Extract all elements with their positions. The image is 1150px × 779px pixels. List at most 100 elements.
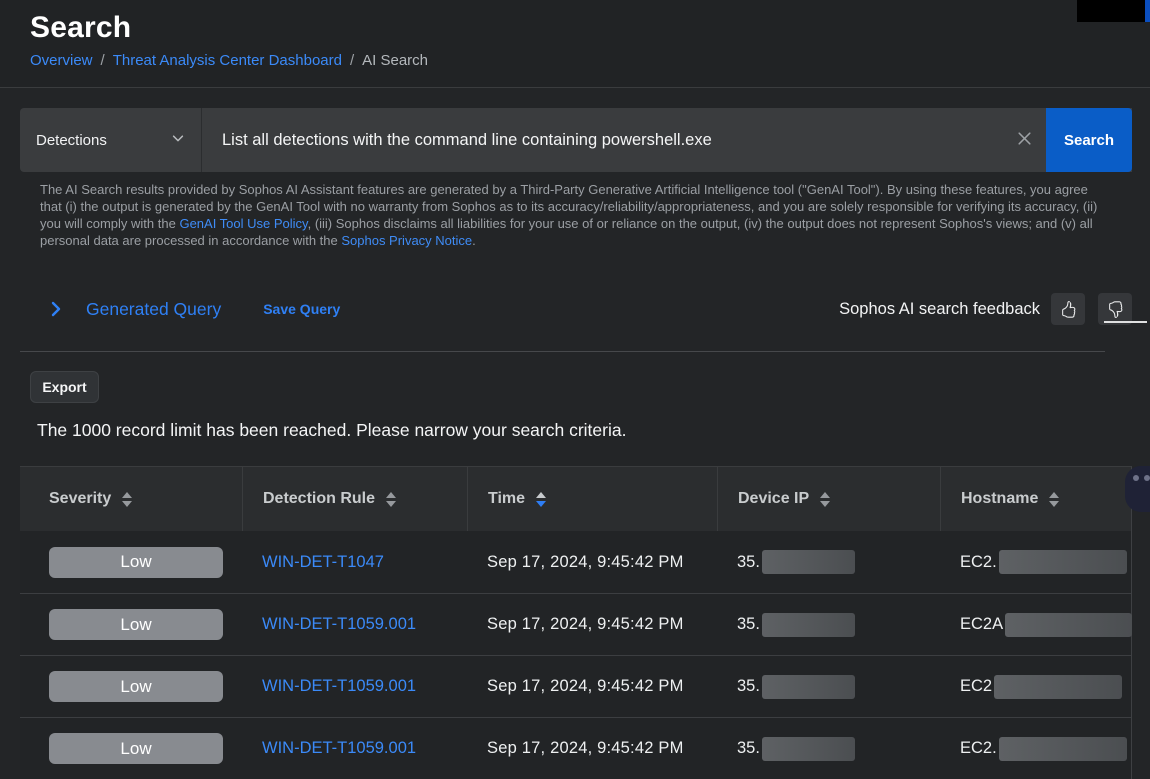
device-ip-cell: 35.: [717, 613, 940, 637]
page-title: Search: [30, 11, 1150, 45]
column-header-device-ip[interactable]: Device IP: [717, 467, 940, 531]
sort-icon: [820, 492, 830, 507]
results-table: Severity Detection Rule Time Device IP H…: [20, 466, 1132, 779]
table-body: Low WIN-DET-T1047 Sep 17, 2024, 9:45:42 …: [20, 531, 1131, 779]
time-cell: Sep 17, 2024, 9:45:42 PM: [467, 553, 717, 572]
clear-search-button[interactable]: [1002, 108, 1046, 172]
hostname-cell: EC2.: [940, 737, 1132, 761]
table-header-row: Severity Detection Rule Time Device IP H…: [20, 467, 1131, 531]
severity-badge: Low: [49, 609, 223, 640]
column-label: Device IP: [738, 490, 809, 508]
redacted-box: [762, 550, 855, 574]
detection-rule-link[interactable]: WIN-DET-T1059.001: [262, 615, 416, 633]
thumbs-up-button[interactable]: [1051, 293, 1085, 325]
hostname-cell: EC2.: [940, 550, 1132, 574]
column-label: Hostname: [961, 490, 1038, 508]
thumbs-down-icon: [1107, 301, 1124, 318]
sort-desc-icon: [536, 492, 546, 507]
detection-rule-cell: WIN-DET-T1059.001: [242, 739, 467, 758]
section-divider: [20, 351, 1105, 352]
chevron-down-icon: [171, 131, 185, 149]
table-row: Low WIN-DET-T1059.001 Sep 17, 2024, 9:45…: [20, 717, 1131, 779]
severity-badge: Low: [49, 733, 223, 764]
column-header-detection-rule[interactable]: Detection Rule: [242, 467, 467, 531]
device-ip-prefix: 35.: [737, 677, 760, 696]
hostname-cell: EC2A: [940, 613, 1132, 637]
search-category-select[interactable]: Detections: [20, 108, 202, 172]
device-ip-prefix: 35.: [737, 615, 760, 634]
device-ip-cell: 35.: [717, 675, 940, 699]
blue-strip: [1145, 0, 1150, 22]
export-button[interactable]: Export: [30, 371, 99, 403]
column-label: Time: [488, 490, 525, 508]
detection-rule-cell: WIN-DET-T1047: [242, 553, 467, 572]
column-label: Detection Rule: [263, 490, 375, 508]
breadcrumb-link-threat-analysis-center[interactable]: Threat Analysis Center Dashboard: [113, 52, 342, 69]
hostname-cell: EC2: [940, 675, 1132, 699]
hostname-prefix: EC2: [960, 677, 992, 696]
time-cell: Sep 17, 2024, 9:45:42 PM: [467, 677, 717, 696]
redacted-box: [1005, 613, 1132, 637]
thumbs-up-icon: [1060, 301, 1077, 318]
redacted-box: [999, 550, 1127, 574]
top-right-overlay: [1077, 0, 1150, 22]
severity-cell: Low: [20, 671, 242, 702]
generated-query-toggle[interactable]: Generated Query: [86, 299, 221, 320]
redacted-box: [994, 675, 1122, 699]
white-line-artifact: [1104, 321, 1147, 323]
detection-rule-link[interactable]: WIN-DET-T1059.001: [262, 739, 416, 757]
disclaimer-text: .: [472, 233, 476, 248]
severity-cell: Low: [20, 609, 242, 640]
sort-icon: [1049, 492, 1059, 507]
feedback-label: Sophos AI search feedback: [839, 300, 1040, 319]
genai-tool-use-policy-link[interactable]: GenAI Tool Use Policy: [179, 216, 307, 231]
save-query-button[interactable]: Save Query: [263, 301, 340, 317]
severity-cell: Low: [20, 547, 242, 578]
breadcrumb-current-ai-search: AI Search: [362, 52, 428, 69]
search-category-value: Detections: [36, 132, 107, 149]
redacted-box: [762, 737, 855, 761]
search-input[interactable]: [202, 108, 1002, 172]
search-bar: Detections Search: [20, 108, 1132, 172]
breadcrumb-link-overview[interactable]: Overview: [30, 52, 93, 69]
severity-badge: Low: [49, 671, 223, 702]
column-header-time[interactable]: Time: [467, 467, 717, 531]
redacted-box: [999, 737, 1127, 761]
hostname-prefix: EC2.: [960, 553, 997, 572]
breadcrumb: Overview / Threat Analysis Center Dashbo…: [30, 52, 1150, 69]
hostname-prefix: EC2A: [960, 615, 1003, 634]
device-ip-prefix: 35.: [737, 739, 760, 758]
dot-icon: [1133, 475, 1139, 481]
search-section: Detections Search The AI Search results …: [20, 108, 1132, 249]
column-label: Severity: [49, 490, 111, 508]
page-header: Search Overview / Threat Analysis Center…: [0, 0, 1150, 88]
detection-rule-cell: WIN-DET-T1059.001: [242, 615, 467, 634]
breadcrumb-separator: /: [101, 52, 105, 69]
dot-icon: [1144, 475, 1150, 481]
device-ip-cell: 35.: [717, 550, 940, 574]
severity-cell: Low: [20, 733, 242, 764]
detection-rule-cell: WIN-DET-T1059.001: [242, 677, 467, 696]
floating-widget-clipped[interactable]: [1125, 466, 1150, 512]
sort-icon: [122, 492, 132, 507]
table-row: Low WIN-DET-T1059.001 Sep 17, 2024, 9:45…: [20, 593, 1131, 655]
chevron-right-icon[interactable]: [48, 301, 64, 317]
record-limit-message: The 1000 record limit has been reached. …: [37, 420, 1150, 441]
x-icon: [1016, 130, 1033, 150]
device-ip-cell: 35.: [717, 737, 940, 761]
sort-icon: [386, 492, 396, 507]
time-cell: Sep 17, 2024, 9:45:42 PM: [467, 739, 717, 758]
severity-badge: Low: [49, 547, 223, 578]
sophos-privacy-notice-link[interactable]: Sophos Privacy Notice: [341, 233, 472, 248]
column-header-hostname[interactable]: Hostname: [940, 467, 1132, 531]
time-cell: Sep 17, 2024, 9:45:42 PM: [467, 615, 717, 634]
search-button[interactable]: Search: [1046, 108, 1132, 172]
detection-rule-link[interactable]: WIN-DET-T1059.001: [262, 677, 416, 695]
hostname-prefix: EC2.: [960, 739, 997, 758]
table-row: Low WIN-DET-T1059.001 Sep 17, 2024, 9:45…: [20, 655, 1131, 717]
feedback-group: Sophos AI search feedback: [839, 293, 1132, 325]
detection-rule-link[interactable]: WIN-DET-T1047: [262, 553, 384, 571]
column-header-severity[interactable]: Severity: [20, 467, 242, 531]
breadcrumb-separator: /: [350, 52, 354, 69]
generated-query-row: Generated Query Save Query Sophos AI sea…: [48, 293, 1132, 325]
